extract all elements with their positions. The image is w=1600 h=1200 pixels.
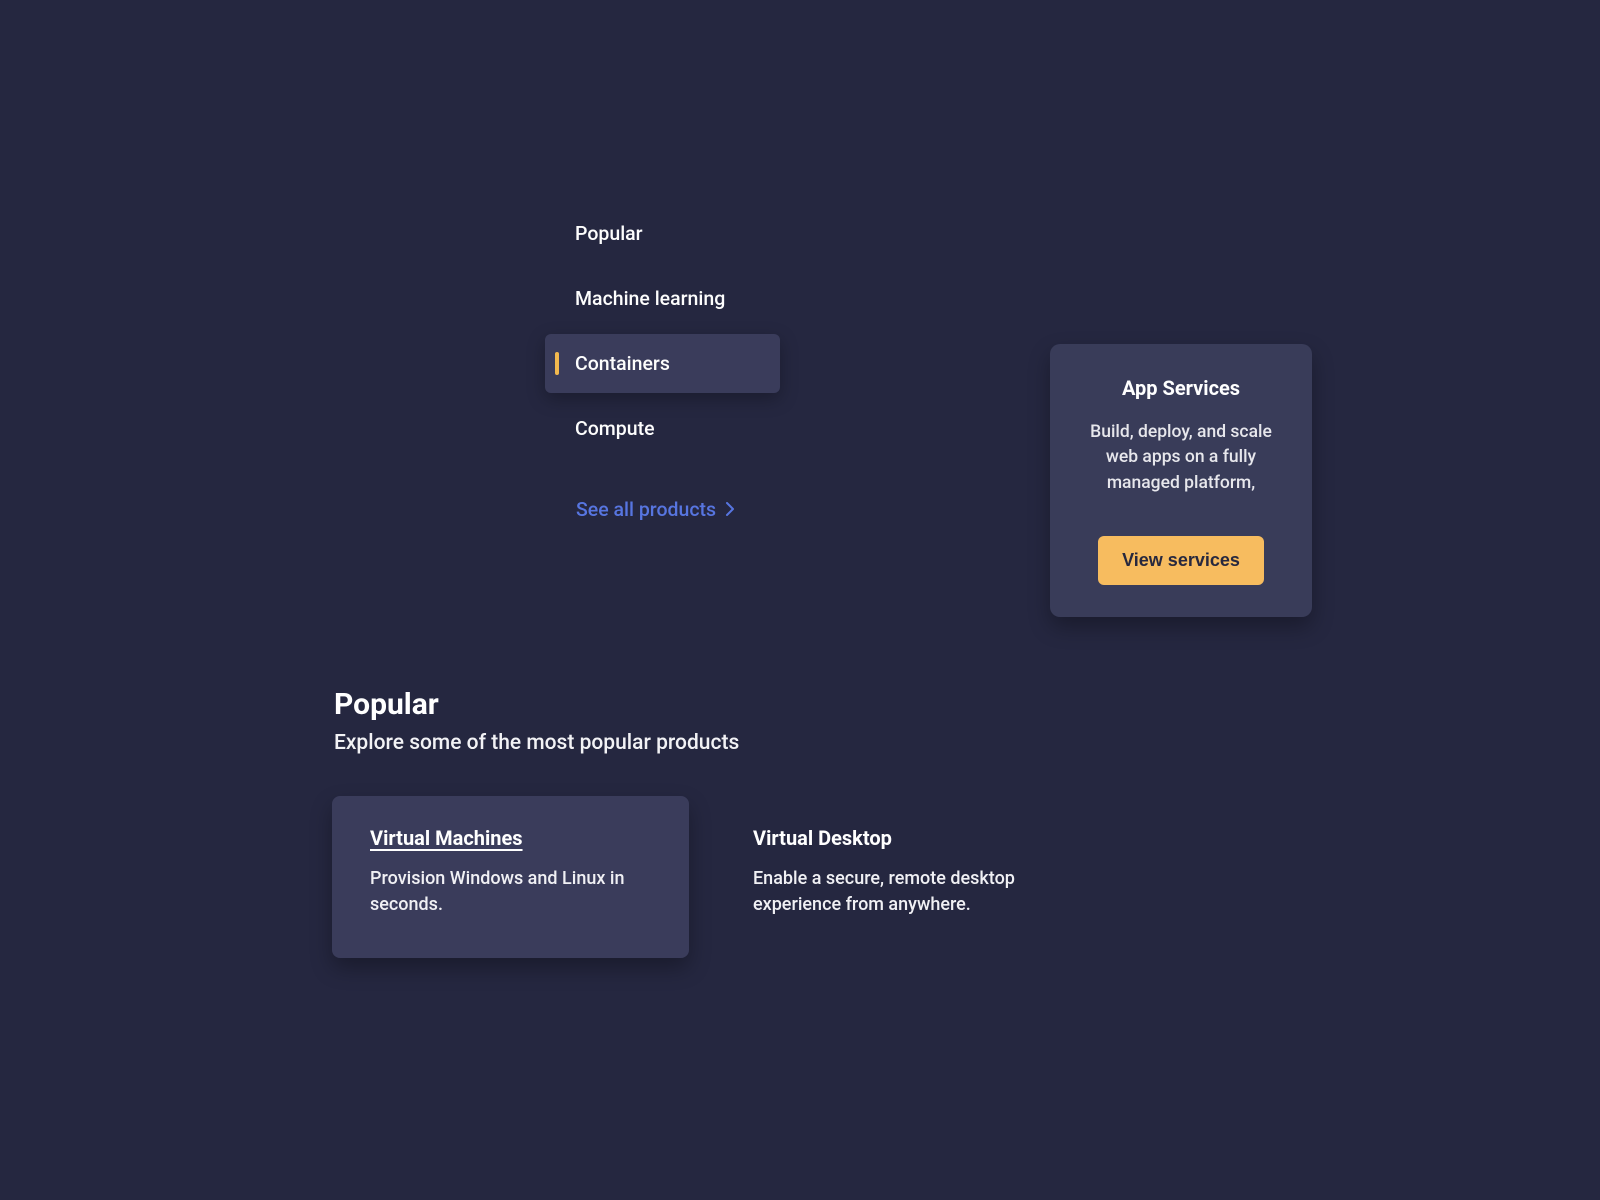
popular-section-subtitle: Explore some of the most popular product… bbox=[334, 731, 739, 755]
nav-item-popular[interactable]: Popular bbox=[545, 204, 780, 263]
product-card-title: Virtual Desktop bbox=[753, 826, 1036, 850]
category-nav: Popular Machine learning Containers Comp… bbox=[545, 204, 780, 464]
see-all-label: See all products bbox=[576, 498, 716, 521]
service-card-title: App Services bbox=[1076, 376, 1286, 400]
nav-item-label: Compute bbox=[575, 417, 655, 440]
product-card-title: Virtual Machines bbox=[370, 826, 653, 850]
nav-item-label: Popular bbox=[575, 222, 643, 245]
app-services-card: App Services Build, deploy, and scale we… bbox=[1050, 344, 1312, 617]
nav-item-label: Machine learning bbox=[575, 287, 725, 310]
nav-item-machine-learning[interactable]: Machine learning bbox=[545, 269, 780, 328]
nav-item-compute[interactable]: Compute bbox=[545, 399, 780, 458]
product-card-virtual-machines[interactable]: Virtual Machines Provision Windows and L… bbox=[332, 796, 689, 958]
service-card-description: Build, deploy, and scale web apps on a f… bbox=[1076, 420, 1286, 496]
product-card-virtual-desktop[interactable]: Virtual Desktop Enable a secure, remote … bbox=[715, 796, 1072, 958]
view-services-button[interactable]: View services bbox=[1098, 536, 1264, 585]
product-card-description: Enable a secure, remote desktop experien… bbox=[753, 866, 1036, 918]
popular-section-title: Popular bbox=[334, 687, 439, 722]
see-all-products-link[interactable]: See all products bbox=[576, 498, 735, 521]
product-card-description: Provision Windows and Linux in seconds. bbox=[370, 866, 653, 918]
nav-item-containers[interactable]: Containers bbox=[545, 334, 780, 393]
nav-item-label: Containers bbox=[575, 352, 670, 375]
chevron-right-icon bbox=[725, 498, 735, 521]
view-services-label: View services bbox=[1122, 550, 1240, 570]
